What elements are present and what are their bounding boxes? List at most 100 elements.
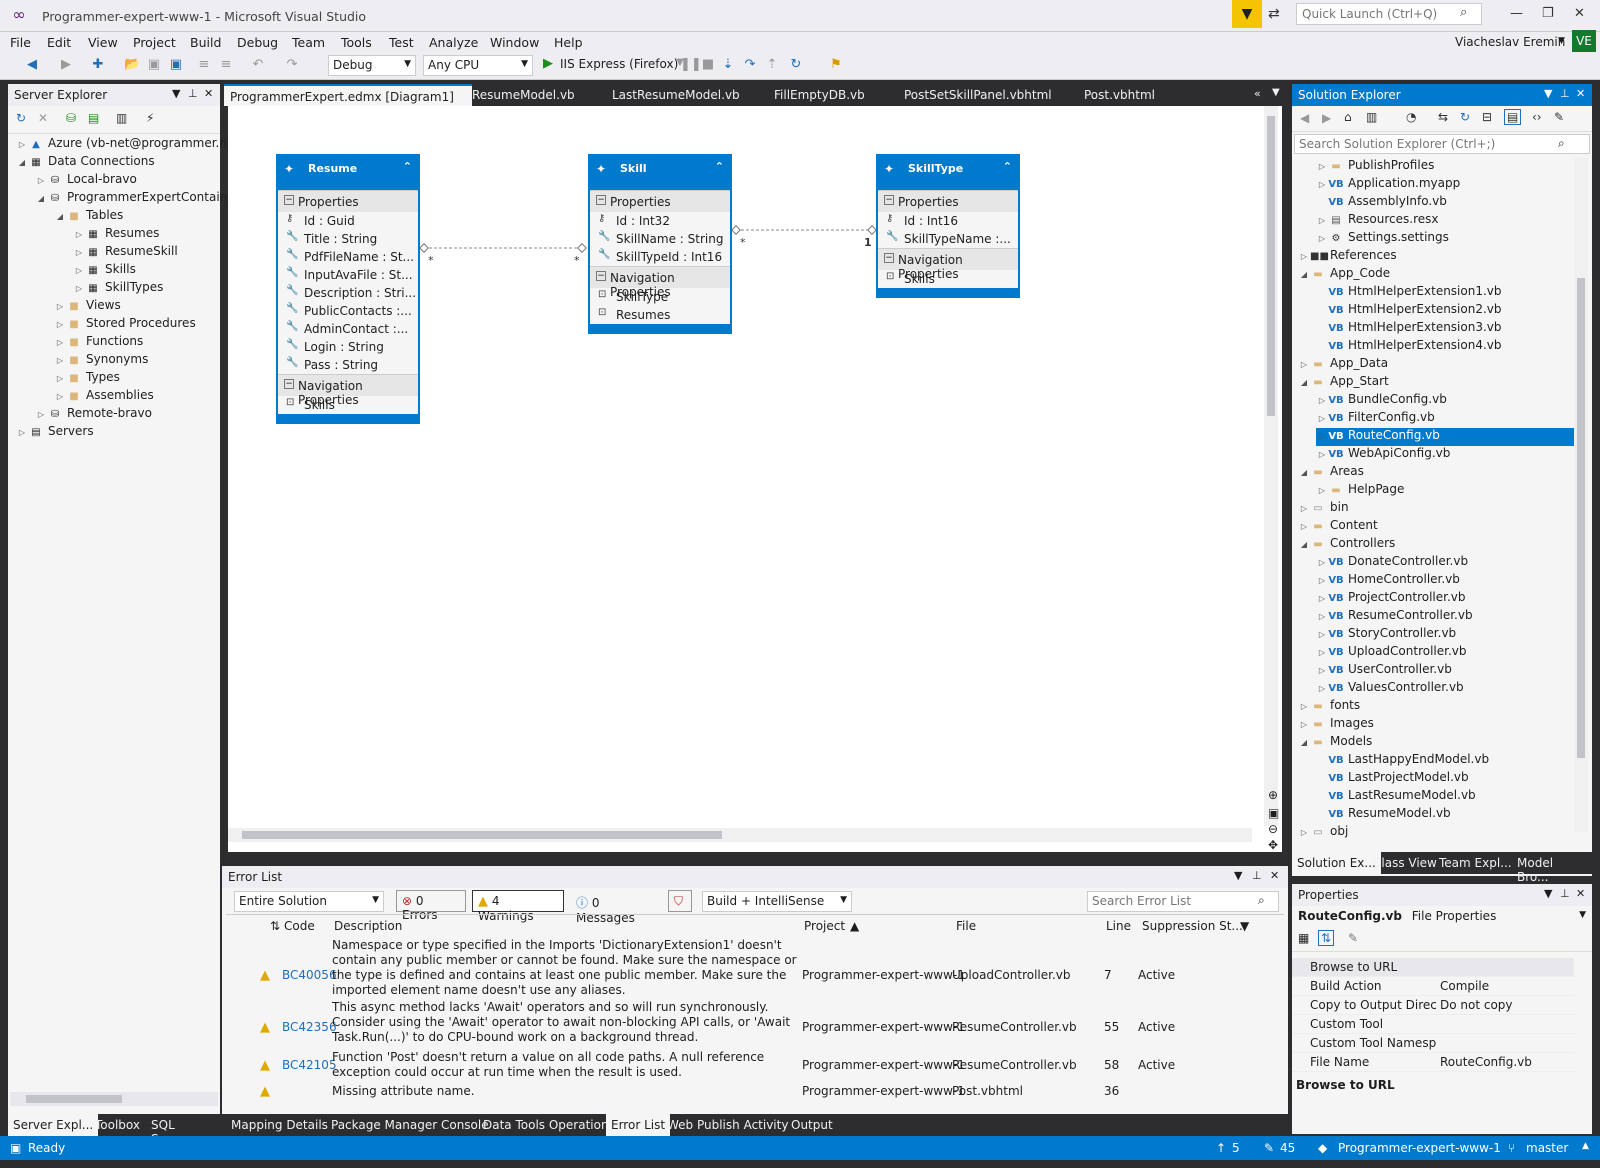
expand-arrow-icon[interactable]: ▷ <box>1316 162 1328 171</box>
solution-item[interactable]: VB ResumeModel.vb <box>1316 806 1574 824</box>
error-code-link[interactable]: BC40056 <box>282 968 337 983</box>
solution-item[interactable]: ▷ VB ProjectController.vb <box>1316 590 1574 608</box>
scope-select[interactable]: Entire Solution ▼ <box>234 891 384 912</box>
tree-item[interactable]: ▷ ▦ ResumeSkill <box>73 244 178 262</box>
expand-arrow-icon[interactable]: ◢ <box>1298 540 1310 549</box>
solution-item[interactable]: VB LastProjectModel.vb <box>1316 770 1574 788</box>
solution-item[interactable]: ▷ ▬ HelpPage <box>1316 482 1574 500</box>
tab-data-tools-operations[interactable]: Data Tools Operations <box>478 1114 620 1136</box>
collapse-icon[interactable]: ⌃ <box>715 160 724 173</box>
navigation-section[interactable]: − Navigation Properties <box>878 248 1018 281</box>
pan-icon[interactable]: ✥ <box>1268 838 1278 852</box>
notification-filter-icon[interactable]: ▼ <box>1232 0 1262 28</box>
solution-item[interactable]: VB HtmlHelperExtension1.vb <box>1316 284 1574 302</box>
entity-title[interactable]: ✦ Resume ⌃ <box>278 156 418 190</box>
solution-search-input[interactable]: Search Solution Explorer (Ctrl+;) <box>1294 134 1590 154</box>
navigation-property[interactable]: ⊡ Skills <box>278 396 418 414</box>
expand-arrow-icon[interactable]: ▷ <box>1316 576 1328 585</box>
collapse-section-icon[interactable]: − <box>284 195 294 205</box>
expand-arrow-icon[interactable]: ▷ <box>54 392 66 401</box>
tab-post-vbhtml[interactable]: Post.vbhtml <box>1078 84 1161 106</box>
expand-arrow-icon[interactable]: ▷ <box>73 248 85 257</box>
solution-item[interactable]: ▷ ▬ fonts <box>1298 698 1574 716</box>
menu-team[interactable]: Team <box>292 35 325 50</box>
collapse-section-icon[interactable]: − <box>596 271 606 281</box>
navigation-property[interactable]: ⊡ Skills <box>878 270 1018 288</box>
close-icon[interactable]: ✕ <box>1576 87 1585 100</box>
solution-item[interactable]: ◢ ▬ Controllers <box>1298 536 1574 554</box>
redo-icon[interactable]: ↷ <box>284 57 300 72</box>
zoom-fit-icon[interactable]: ▣ <box>1268 806 1279 820</box>
properties-icon[interactable]: ✎ <box>1554 110 1564 124</box>
zoom-out-icon[interactable]: ⊖ <box>1268 822 1278 836</box>
entity-property[interactable]: 🔧 SkillTypeId : Int16 <box>590 248 730 266</box>
column-file[interactable]: File <box>956 916 976 936</box>
expand-arrow-icon[interactable]: ▷ <box>54 374 66 383</box>
tab-web-publish-activity[interactable]: Web Publish Activity <box>662 1114 793 1136</box>
expand-arrow-icon[interactable]: ▷ <box>54 320 66 329</box>
menu-help[interactable]: Help <box>554 35 583 50</box>
tab-server-explorer[interactable]: Server Expl... <box>8 1114 99 1136</box>
tree-item[interactable]: ▷ ⛁ Local-bravo <box>35 172 137 190</box>
save-all-icon[interactable]: ▣ <box>168 57 184 72</box>
solution-item[interactable]: ◢ ▬ Areas <box>1298 464 1574 482</box>
collapse-section-icon[interactable]: − <box>884 195 894 205</box>
solution-item[interactable]: ▷ ▭ bin <box>1298 500 1574 518</box>
solution-item[interactable]: ▷ ■■References <box>1298 248 1574 266</box>
expand-arrow-icon[interactable]: ◢ <box>1298 468 1310 477</box>
tree-item[interactable]: ▷ ■ Types <box>54 370 120 388</box>
close-icon[interactable]: ✕ <box>1574 6 1585 21</box>
tab-sql-server[interactable]: SQL Server... <box>146 1114 220 1146</box>
expand-arrow-icon[interactable]: ▷ <box>73 266 85 275</box>
navigation-section[interactable]: − Navigation Properties <box>278 374 418 407</box>
tree-item[interactable]: ▷ ■ Functions <box>54 334 143 352</box>
expand-arrow-icon[interactable]: ▷ <box>1298 702 1310 711</box>
vertical-scrollbar[interactable] <box>1574 158 1588 832</box>
collapse-section-icon[interactable]: − <box>884 253 894 263</box>
chevron-down-icon[interactable]: ▼ <box>1234 869 1242 882</box>
solution-item[interactable]: ▷ VB UploadController.vb <box>1316 644 1574 662</box>
property-pages-icon[interactable]: ✎ <box>1348 931 1358 945</box>
collapse-all-icon[interactable]: ⊟ <box>1482 110 1492 124</box>
error-code-link[interactable]: BC42356 <box>282 1020 337 1035</box>
stop-icon[interactable]: ✕ <box>38 111 48 125</box>
tree-item[interactable]: ▷ ▦ Skills <box>73 262 136 280</box>
tab-resume-model[interactable]: ResumeModel.vb <box>466 84 581 106</box>
navigation-section[interactable]: − Navigation Properties <box>590 266 730 299</box>
chevron-down-icon[interactable]: ▼ <box>1544 87 1552 100</box>
collapse-section-icon[interactable]: − <box>596 195 606 205</box>
tab-model-browser[interactable]: Model Bro... <box>1512 852 1592 884</box>
tab-toolbox[interactable]: Toolbox <box>90 1114 145 1136</box>
expand-arrow-icon[interactable]: ▷ <box>1298 720 1310 729</box>
save-icon[interactable]: ▣ <box>146 57 162 72</box>
error-code-link[interactable]: BC42105 <box>282 1058 337 1073</box>
stop-icon[interactable]: ■ <box>700 57 716 72</box>
close-icon[interactable]: ✕ <box>1270 869 1279 882</box>
tree-item[interactable]: ▷ ■ Assemblies <box>54 388 154 406</box>
expand-arrow-icon[interactable]: ◢ <box>1298 270 1310 279</box>
expand-arrow-icon[interactable]: ▷ <box>1298 504 1310 513</box>
tab-last-resume-model[interactable]: LastResumeModel.vb <box>606 84 746 106</box>
filter-icon[interactable]: ▥ <box>116 111 127 125</box>
menu-test[interactable]: Test <box>389 35 414 50</box>
expand-arrow-icon[interactable]: ▷ <box>16 140 28 149</box>
refresh-icon[interactable]: ↻ <box>16 111 26 125</box>
horizontal-scrollbar[interactable] <box>228 828 1252 842</box>
expand-arrow-icon[interactable]: ▷ <box>1316 180 1328 189</box>
entity-property[interactable]: 🔧 InputAvaFile : St... <box>278 266 418 284</box>
pin-icon[interactable]: ⊥ <box>1560 87 1570 100</box>
platform-select[interactable]: Any CPU ▼ <box>423 55 533 76</box>
expand-arrow-icon[interactable]: ▷ <box>1298 360 1310 369</box>
step-out-icon[interactable]: ⇡ <box>764 57 780 72</box>
column-sort-icon[interactable]: ⇅ <box>270 916 280 936</box>
tree-item[interactable]: ◢ ⛁ ProgrammerExpertContain <box>35 190 227 208</box>
solution-item[interactable]: VB HtmlHelperExtension4.vb <box>1316 338 1574 356</box>
error-search-input[interactable]: Search Error List <box>1087 891 1279 912</box>
expand-arrow-icon[interactable]: ▷ <box>1316 486 1328 495</box>
chevron-down-icon[interactable]: ▼ <box>1272 87 1280 98</box>
solution-item[interactable]: VB LastHappyEndModel.vb <box>1316 752 1574 770</box>
column-line[interactable]: Line <box>1106 916 1131 936</box>
solution-item[interactable]: ▷ VB ValuesController.vb <box>1316 680 1574 698</box>
expand-arrow-icon[interactable]: ▷ <box>1316 414 1328 423</box>
tab-edmx-diagram[interactable]: ProgrammerExpert.edmx [Diagram1] ⊣ ✕ <box>224 84 472 118</box>
